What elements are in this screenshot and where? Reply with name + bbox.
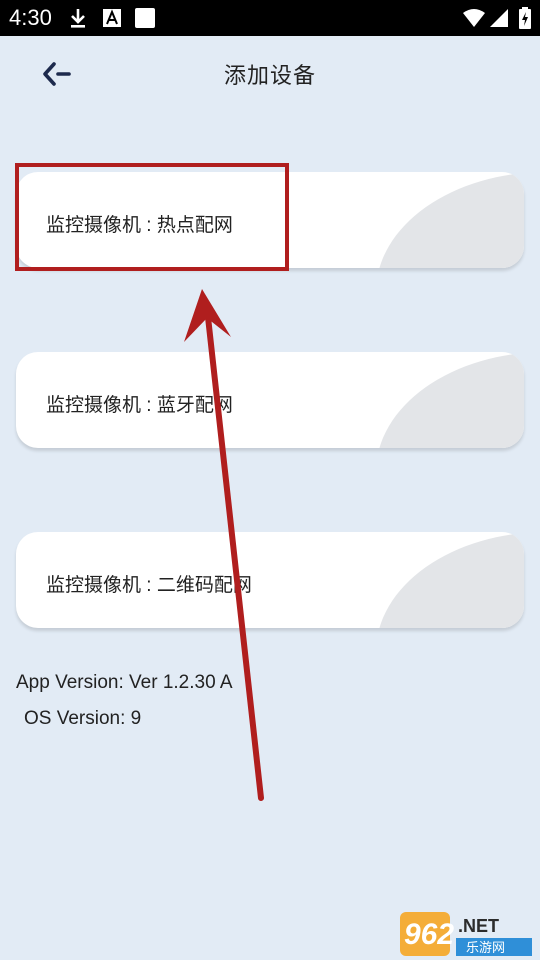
annotation-arrow-icon [184,289,264,801]
svg-text:962: 962 [404,918,454,951]
watermark-logo: 962 .NET 乐游网 [400,912,532,956]
svg-text:.NET: .NET [458,916,499,936]
svg-text:乐游网: 乐游网 [466,941,505,956]
